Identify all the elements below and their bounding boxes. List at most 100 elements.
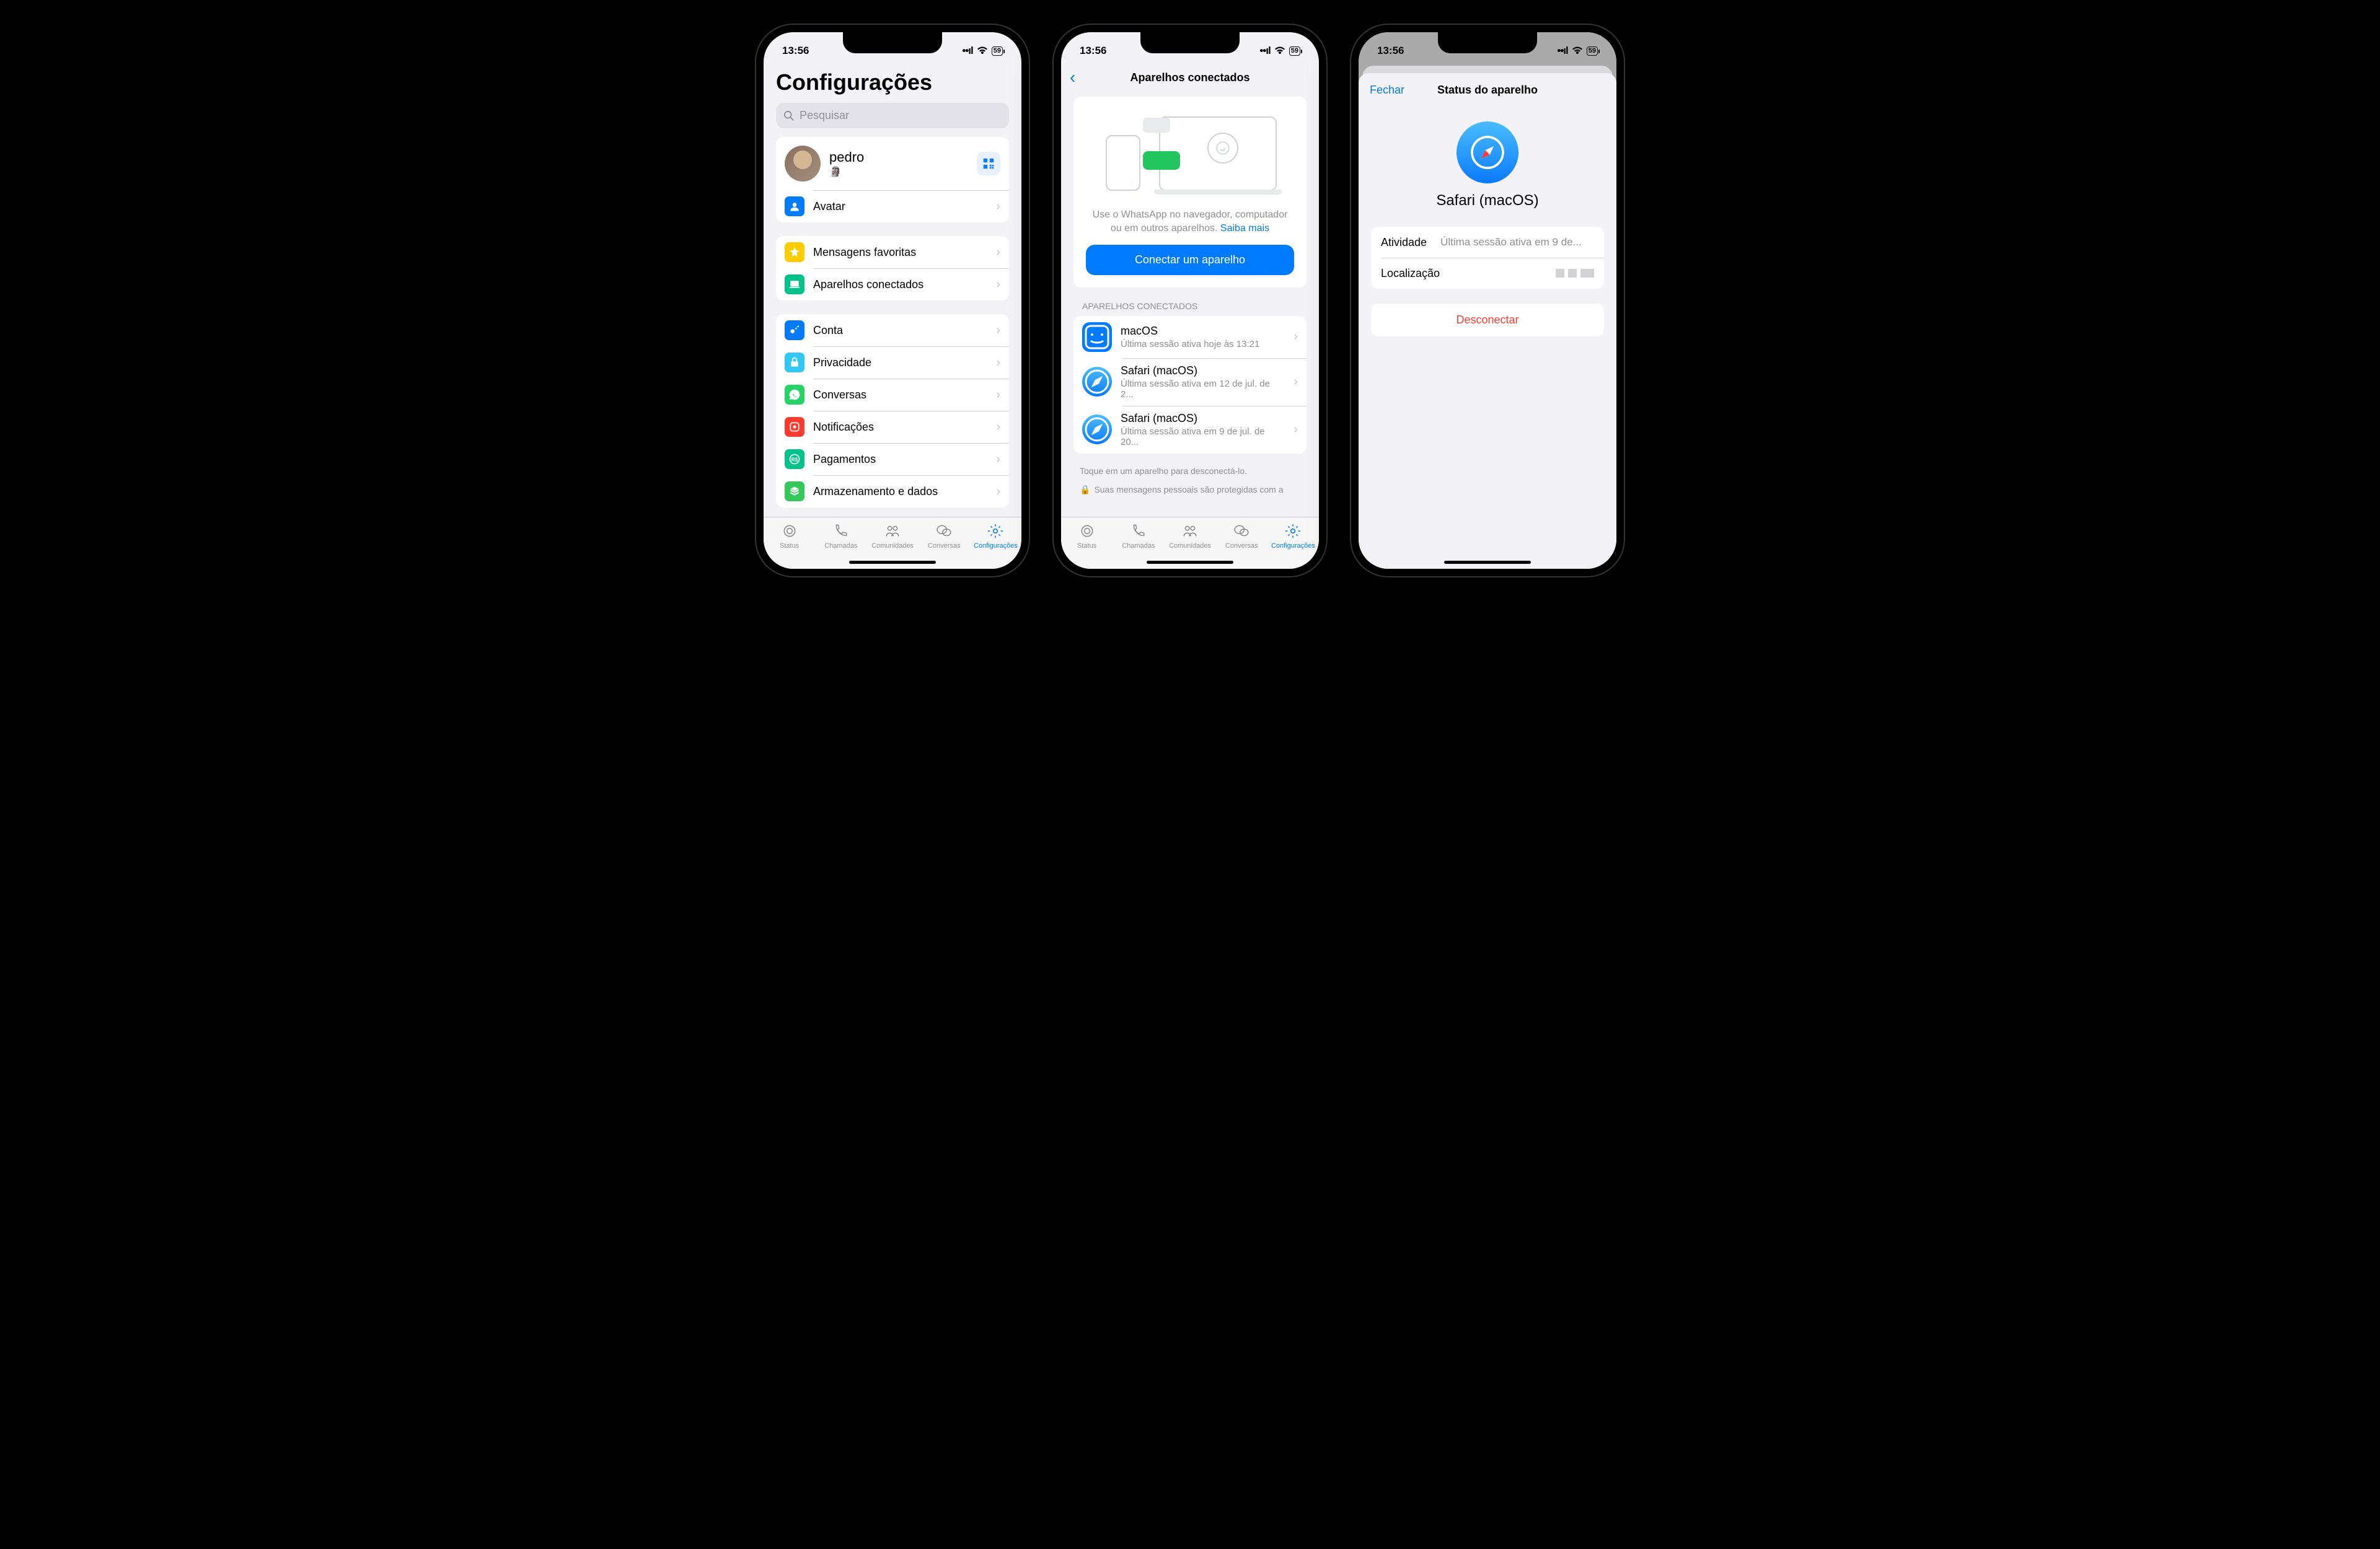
signal-icon — [962, 45, 972, 57]
tab-conversas[interactable]: Conversas — [919, 517, 970, 555]
chevron-right-icon: › — [996, 420, 1000, 434]
settings-label: Privacidade — [813, 356, 987, 369]
nav-title: Aparelhos conectados — [1061, 71, 1319, 84]
chevron-right-icon: › — [1294, 423, 1298, 437]
settings-row[interactable]: Mensagens favoritas › — [776, 236, 1009, 268]
payments-icon: R$ — [785, 449, 804, 469]
status-icons: 59 — [1557, 45, 1598, 57]
tab-icon — [987, 523, 1004, 541]
back-button[interactable]: ‹ — [1070, 68, 1075, 87]
tab-label: Configurações — [1271, 542, 1315, 550]
status-time: 13:56 — [1080, 45, 1106, 57]
tab-label: Conversas — [928, 542, 961, 550]
device-row[interactable]: macOS Última sessão ativa hoje às 13:21 … — [1073, 316, 1307, 358]
tab-status[interactable]: Status — [1061, 517, 1113, 555]
chevron-right-icon: › — [996, 485, 1000, 499]
tab-icon — [884, 523, 901, 541]
activity-row: Atividade Última sessão ativa em 9 de... — [1371, 227, 1604, 258]
svg-text:R$: R$ — [791, 456, 798, 462]
tab-chamadas[interactable]: Chamadas — [1113, 517, 1164, 555]
settings-row[interactable]: Armazenamento e dados › — [776, 475, 1009, 507]
key-icon — [785, 320, 804, 340]
page-title: Configurações — [764, 63, 1021, 103]
tab-comunidades[interactable]: Comunidades — [1164, 517, 1215, 555]
settings-label: Conta — [813, 324, 987, 337]
signal-icon — [1259, 45, 1270, 57]
tab-label: Status — [780, 542, 799, 550]
device-last-active: Última sessão ativa em 12 de jul. de 2..… — [1121, 379, 1285, 400]
location-row: Localização — [1371, 258, 1604, 289]
hero-illustration — [1098, 108, 1282, 201]
settings-row[interactable]: Conta › — [776, 314, 1009, 346]
tab-conversas[interactable]: Conversas — [1216, 517, 1267, 555]
disconnect-button[interactable]: Desconectar — [1371, 304, 1604, 336]
star-icon — [785, 242, 804, 262]
status-time: 13:56 — [1377, 45, 1404, 57]
settings-row[interactable]: Aparelhos conectados › — [776, 268, 1009, 301]
tab-label: Comunidades — [1169, 542, 1211, 550]
device-row[interactable]: Safari (macOS) Última sessão ativa em 12… — [1073, 358, 1307, 406]
tab-icon — [832, 523, 850, 541]
qr-code-button[interactable] — [977, 152, 1000, 175]
chevron-right-icon: › — [996, 278, 1000, 292]
home-indicator[interactable] — [849, 561, 936, 564]
avatar-icon — [785, 196, 804, 216]
tab-icon — [1078, 523, 1096, 541]
footer-hint: Toque em um aparelho para desconectá-lo. — [1061, 460, 1319, 478]
whatsapp-icon — [785, 385, 804, 405]
home-indicator[interactable] — [1147, 561, 1233, 564]
tab-label: Chamadas — [1122, 542, 1155, 550]
wifi-icon — [977, 46, 988, 55]
battery-icon: 59 — [1289, 46, 1300, 56]
settings-row[interactable]: Conversas › — [776, 379, 1009, 411]
settings-label: Notificações — [813, 421, 987, 434]
profile-status: 🗿 — [829, 165, 968, 178]
device-last-active: Última sessão ativa em 9 de jul. de 20..… — [1121, 426, 1285, 447]
device-last-active: Última sessão ativa hoje às 13:21 — [1121, 339, 1285, 349]
chevron-right-icon: › — [996, 452, 1000, 467]
settings-row[interactable]: R$ Pagamentos › — [776, 443, 1009, 475]
tab-status[interactable]: Status — [764, 517, 815, 555]
tab-comunidades[interactable]: Comunidades — [866, 517, 918, 555]
finder-icon — [1082, 322, 1112, 352]
section-header: APARELHOS CONECTADOS — [1061, 301, 1319, 316]
settings-label: Armazenamento e dados — [813, 485, 987, 498]
search-input[interactable]: Pesquisar — [776, 103, 1009, 128]
device-name: macOS — [1121, 325, 1285, 338]
device-name: Safari (macOS) — [1121, 412, 1285, 425]
tab-label: Status — [1077, 542, 1096, 550]
tab-icon — [1233, 523, 1250, 541]
battery-icon: 59 — [1587, 46, 1598, 56]
profile-row[interactable]: pedro 🗿 — [776, 137, 1009, 190]
learn-more-link[interactable]: Saiba mais — [1220, 223, 1269, 234]
tab-chamadas[interactable]: Chamadas — [815, 517, 866, 555]
close-button[interactable]: Fechar — [1370, 84, 1404, 97]
avatar-row[interactable]: Avatar › — [776, 190, 1009, 222]
bell-icon — [785, 417, 804, 437]
tab-icon — [1130, 523, 1147, 541]
status-time: 13:56 — [782, 45, 809, 57]
safari-icon — [1082, 415, 1112, 444]
tab-configurações[interactable]: Configurações — [1267, 517, 1319, 555]
tab-configurações[interactable]: Configurações — [970, 517, 1021, 555]
device-row[interactable]: Safari (macOS) Última sessão ativa em 9 … — [1073, 406, 1307, 454]
tab-icon — [781, 523, 798, 541]
settings-row[interactable]: Privacidade › — [776, 346, 1009, 379]
chevron-right-icon: › — [996, 323, 1000, 338]
device-name: Safari (macOS) — [1121, 364, 1285, 377]
avatar-label: Avatar — [813, 200, 987, 213]
chevron-right-icon: › — [1294, 375, 1298, 389]
profile-name: pedro — [829, 149, 968, 165]
tab-icon — [1181, 523, 1199, 541]
lock-icon — [785, 353, 804, 372]
search-icon — [783, 110, 795, 121]
home-indicator[interactable] — [1444, 561, 1531, 564]
device-name: Safari (macOS) — [1436, 192, 1538, 209]
hero-text: Use o WhatsApp no navegador, computador … — [1086, 208, 1294, 245]
laptop-icon — [785, 274, 804, 294]
tab-label: Chamadas — [824, 542, 857, 550]
chevron-right-icon: › — [996, 200, 1000, 214]
settings-row[interactable]: Notificações › — [776, 411, 1009, 443]
connect-device-button[interactable]: Conectar um aparelho — [1086, 245, 1294, 275]
wifi-icon — [1274, 46, 1285, 55]
